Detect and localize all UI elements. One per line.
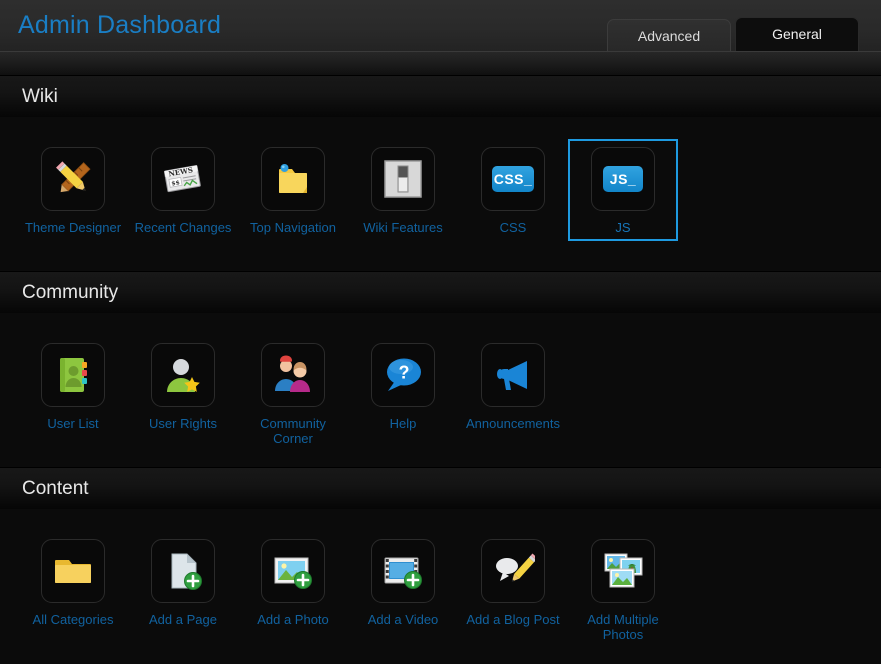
title-bar-shadow-band [0,52,881,76]
tile-css[interactable]: CSS_ [481,147,545,211]
tile-community-corner[interactable] [261,343,325,407]
item-label-add-multiple-photos: Add Multiple Photos [569,612,677,642]
photo-add-icon [271,549,315,593]
tile-add-a-photo[interactable] [261,539,325,603]
item-label-theme-designer: Theme Designer [19,220,127,235]
section-wiki: Wiki Theme Designer NEWS $$ [0,76,881,272]
two-people-icon [271,353,315,397]
pencil-ruler-icon [51,157,95,201]
dashboard-item-add-multiple-photos[interactable]: Add Multiple Photos [568,531,678,648]
section-header-content: Content [0,468,881,509]
admin-dashboard-page: Admin Dashboard Advanced General Wiki Th… [0,0,881,664]
dashboard-item-recent-changes[interactable]: NEWS $$ Recent Changes [128,139,238,241]
dashboard-item-css[interactable]: CSS_ CSS [458,139,568,241]
tile-theme-designer[interactable] [41,147,105,211]
tile-js[interactable]: JS_ [591,147,655,211]
address-book-icon [51,353,95,397]
js-chip-icon-label: JS_ [603,166,643,192]
tile-add-a-video[interactable] [371,539,435,603]
item-label-js: JS [569,220,677,235]
dashboard-item-community-corner[interactable]: Community Corner [238,335,348,452]
section-content: Content All Categories Add a Page Add a … [0,468,881,664]
toggle-switch-icon [381,157,425,201]
tile-add-multiple-photos[interactable] [591,539,655,603]
tile-announcements[interactable] [481,343,545,407]
css-chip-icon: CSS_ [492,166,534,192]
dashboard-item-announcements[interactable]: Announcements [458,335,568,437]
page-title: Admin Dashboard [18,11,221,40]
item-label-css: CSS [459,220,567,235]
section-header-community: Community [0,272,881,313]
dashboard-item-top-navigation[interactable]: Top Navigation [238,139,348,241]
megaphone-icon [491,353,535,397]
css-chip-icon-label: CSS_ [492,166,534,192]
item-label-top-navigation: Top Navigation [239,220,347,235]
dashboard-item-user-rights[interactable]: User Rights [128,335,238,437]
user-star-icon [161,353,205,397]
dashboard-item-wiki-features[interactable]: Wiki Features [348,139,458,241]
tile-user-list[interactable] [41,343,105,407]
tile-all-categories[interactable] [41,539,105,603]
item-label-announcements: Announcements [459,416,567,431]
dashboard-item-js[interactable]: JS_ JS [568,139,678,241]
dashboard-item-add-a-page[interactable]: Add a Page [128,531,238,633]
item-label-wiki-features: Wiki Features [349,220,457,235]
newspaper-icon: NEWS $$ [161,157,205,201]
item-label-help: Help [349,416,457,431]
folder-icon [51,549,95,593]
dashboard-item-add-a-video[interactable]: Add a Video [348,531,458,633]
question-bubble-icon: ? [381,353,425,397]
section-title-community: Community [22,282,118,304]
section-body-wiki: Theme Designer NEWS $$ Recent Changes To… [0,117,881,272]
tab-advanced[interactable]: Advanced [607,19,731,51]
tab-bar: Advanced General [607,17,859,51]
item-label-add-a-blog-post: Add a Blog Post [459,612,567,627]
tile-help[interactable]: ? [371,343,435,407]
title-bar: Admin Dashboard Advanced General [0,0,881,52]
tile-user-rights[interactable] [151,343,215,407]
tab-general[interactable]: General [735,17,859,51]
video-add-icon [381,549,425,593]
js-chip-icon: JS_ [603,166,643,192]
item-label-user-list: User List [19,416,127,431]
item-label-all-categories: All Categories [19,612,127,627]
item-label-user-rights: User Rights [129,416,237,431]
dashboard-item-all-categories[interactable]: All Categories [18,531,128,633]
section-title-wiki: Wiki [22,86,58,108]
section-community: Community User List User Rights Communit… [0,272,881,468]
svg-text:?: ? [399,363,410,383]
section-body-community: User List User Rights Community Corner ?… [0,313,881,468]
section-header-wiki: Wiki [0,76,881,117]
item-label-add-a-photo: Add a Photo [239,612,347,627]
tile-add-a-page[interactable] [151,539,215,603]
tile-add-a-blog-post[interactable] [481,539,545,603]
page-add-icon [161,549,205,593]
dashboard-item-theme-designer[interactable]: Theme Designer [18,139,128,241]
svg-text:$$: $$ [171,179,180,187]
multiple-photos-icon [601,549,645,593]
item-label-recent-changes: Recent Changes [129,220,237,235]
tile-wiki-features[interactable] [371,147,435,211]
tile-recent-changes[interactable]: NEWS $$ [151,147,215,211]
dashboard-item-user-list[interactable]: User List [18,335,128,437]
dashboard-item-add-a-photo[interactable]: Add a Photo [238,531,348,633]
item-label-community-corner: Community Corner [239,416,347,446]
sections-container: Wiki Theme Designer NEWS $$ [0,76,881,664]
dashboard-item-add-a-blog-post[interactable]: Add a Blog Post [458,531,568,633]
section-title-content: Content [22,478,89,500]
blog-pencil-icon [491,549,535,593]
item-label-add-a-page: Add a Page [129,612,237,627]
item-label-add-a-video: Add a Video [349,612,457,627]
pinned-folder-icon [271,157,315,201]
section-body-content: All Categories Add a Page Add a Photo Ad… [0,509,881,664]
dashboard-item-help[interactable]: ? Help [348,335,458,437]
tile-top-navigation[interactable] [261,147,325,211]
